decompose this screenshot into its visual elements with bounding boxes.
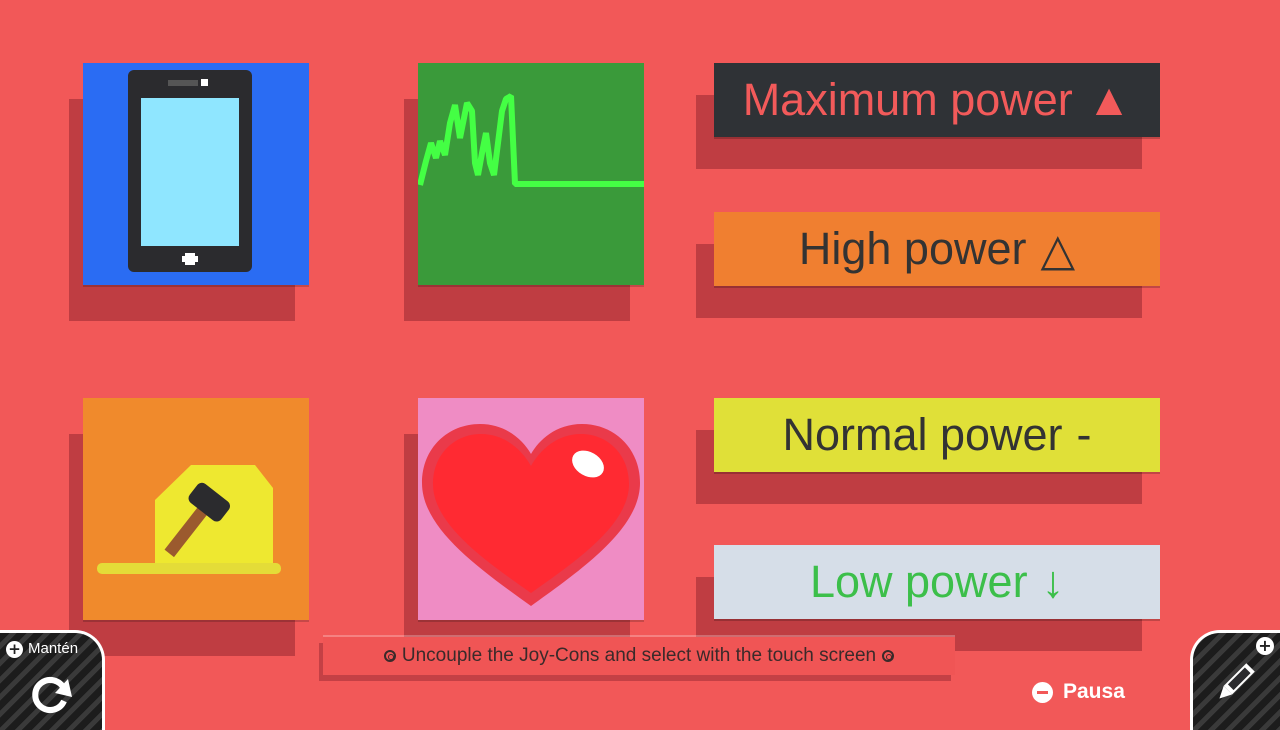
restart-icon <box>32 677 72 713</box>
normal-power-option[interactable]: Normal power - <box>714 398 1160 472</box>
dash-icon: - <box>1076 409 1092 460</box>
bell-hammer-icon <box>97 465 281 574</box>
instruction-text: Uncouple the Joy-Cons and select with th… <box>401 645 877 666</box>
smartphone-icon <box>128 70 252 272</box>
filled-triangle-icon: ▲ <box>1086 74 1132 125</box>
low-power-label: Low power <box>809 556 1028 607</box>
low-power-option[interactable]: Low power ↓ <box>714 545 1160 619</box>
hold-restart-button[interactable]: + Mantén <box>0 630 105 730</box>
plus-button-icon: + <box>1256 637 1274 655</box>
pencil-icon <box>1219 663 1255 699</box>
waveform-picture-tile[interactable] <box>418 63 644 285</box>
bell-hammer-picture-tile[interactable] <box>83 398 309 620</box>
high-power-label: High power <box>798 223 1027 274</box>
phone-picture-tile[interactable] <box>83 63 309 285</box>
pause-button[interactable]: Pausa <box>1032 680 1125 704</box>
maximum-power-option[interactable]: Maximum power ▲ <box>714 63 1160 137</box>
waveform-icon <box>418 93 644 187</box>
instruction-bar: Uncouple the Joy-Cons and select with th… <box>323 637 955 675</box>
down-arrow-icon: ↓ <box>1041 556 1065 607</box>
maximum-power-label: Maximum power <box>742 74 1073 125</box>
normal-power-label: Normal power <box>782 409 1063 460</box>
high-power-option[interactable]: High power △ <box>714 212 1160 286</box>
minus-button-icon <box>1032 681 1053 703</box>
touch-icon <box>383 650 396 662</box>
touch-icon <box>882 650 895 662</box>
outline-triangle-icon: △ <box>1040 223 1076 275</box>
plus-button-icon: + <box>6 641 23 658</box>
pause-label: Pausa <box>1063 680 1125 703</box>
draw-button[interactable]: + <box>1190 630 1280 730</box>
heart-picture-tile[interactable] <box>418 398 644 620</box>
hold-label: Mantén <box>28 640 79 657</box>
heart-icon <box>422 424 640 606</box>
